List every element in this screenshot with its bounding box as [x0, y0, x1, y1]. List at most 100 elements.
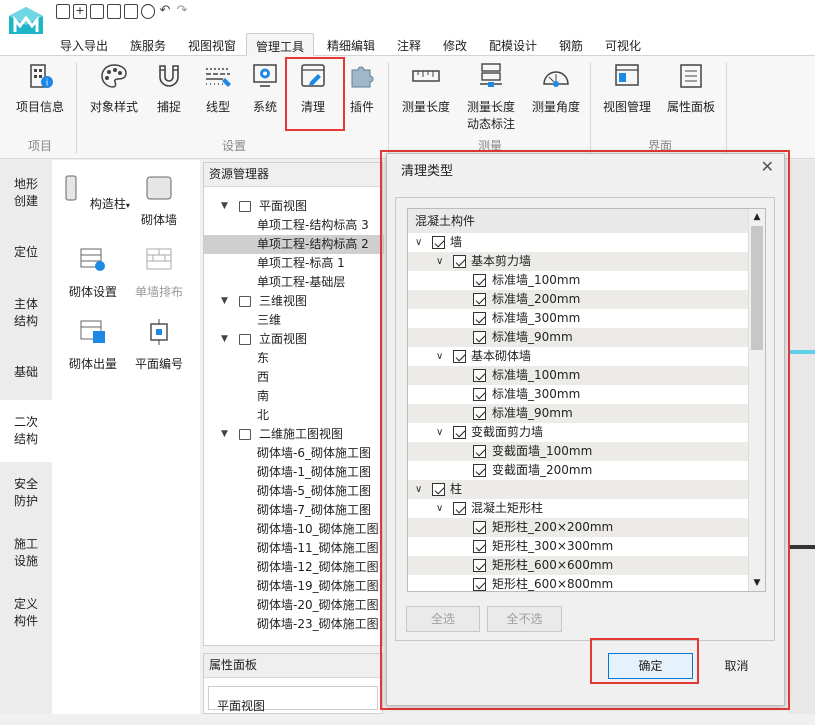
checkbox[interactable] — [453, 255, 466, 268]
linetype-button[interactable]: 线型 — [200, 62, 236, 116]
checkbox[interactable] — [473, 407, 486, 420]
single-wall-layout-tool[interactable]: 单墙排布 — [122, 246, 196, 300]
list-item-rect-column[interactable]: ∨ 混凝土矩形柱 — [408, 499, 750, 518]
checkbox[interactable] — [473, 388, 486, 401]
rail-main-structure[interactable]: 主体 结构 — [0, 296, 52, 330]
checkbox[interactable] — [453, 502, 466, 515]
list-item[interactable]: 矩形柱_600×600mm — [408, 556, 750, 575]
tree-item[interactable]: 砌体墙-12_砌体施工图 — [204, 558, 384, 577]
menu-fine-edit[interactable]: 精细编辑 — [327, 37, 375, 54]
plugin-button[interactable]: 插件 — [346, 62, 378, 116]
tree-item[interactable]: 砌体墙-5_砌体施工图 — [204, 482, 384, 501]
checkbox[interactable] — [432, 236, 445, 249]
tree-item[interactable]: 北 — [204, 406, 384, 425]
property-panel-button[interactable]: 属性面板 — [664, 62, 718, 116]
view-manage-button[interactable]: 视图管理 — [600, 62, 654, 116]
checkbox[interactable] — [473, 312, 486, 325]
system-button[interactable]: 系统 — [248, 62, 282, 116]
list-item[interactable]: 标准墙_300mm — [408, 385, 750, 404]
deselect-all-button[interactable]: 全不选 — [487, 606, 562, 632]
rail-define-component[interactable]: 定义 构件 — [0, 596, 52, 630]
tree-node-floor-plan[interactable]: ▼ 平面视图 — [204, 197, 384, 216]
add-icon[interactable]: + — [73, 4, 87, 19]
list-item[interactable]: 标准墙_200mm — [408, 290, 750, 309]
structural-column-tool[interactable]: 构造柱▾ — [56, 174, 130, 212]
close-icon[interactable] — [141, 4, 155, 19]
menu-annotation[interactable]: 注释 — [397, 37, 421, 54]
rail-safety[interactable]: 安全 防护 — [0, 476, 52, 510]
menu-import-export[interactable]: 导入导出 — [60, 37, 108, 54]
tree-item[interactable]: 砌体墙-10_砌体施工图 — [204, 520, 384, 539]
new-file-icon[interactable] — [56, 4, 70, 19]
masonry-output-tool[interactable]: 砌体出量 — [56, 318, 130, 372]
menu-view-window[interactable]: 视图视窗 — [188, 37, 236, 54]
checkbox[interactable] — [473, 274, 486, 287]
list-item[interactable]: 矩形柱_300×300mm — [408, 537, 750, 556]
object-style-button[interactable]: 对象样式 — [88, 62, 140, 116]
tree-item[interactable]: 砌体墙-23_砌体施工图 — [204, 615, 384, 634]
tree-item[interactable]: 砌体墙-7_砌体施工图 — [204, 501, 384, 520]
tree-item[interactable]: 单项工程-基础层 — [204, 273, 384, 292]
undo-icon[interactable]: ↶ — [158, 4, 172, 19]
blank-page-icon[interactable] — [124, 4, 138, 19]
plan-numbering-tool[interactable]: 平面编号 — [122, 318, 196, 372]
redo-icon[interactable]: ↷ — [175, 4, 189, 19]
tree-item[interactable]: 西 — [204, 368, 384, 387]
measure-length-button[interactable]: 测量长度 — [398, 62, 454, 116]
menu-visualization[interactable]: 可视化 — [605, 37, 641, 54]
scroll-thumb[interactable] — [751, 226, 763, 350]
menu-manage-tools[interactable]: 管理工具 — [246, 33, 315, 56]
tree-item[interactable]: 东 — [204, 349, 384, 368]
save-as-icon[interactable] — [107, 4, 121, 19]
list-item-column[interactable]: ∨ 柱 — [408, 480, 750, 499]
tree-item[interactable]: 砌体墙-11_砌体施工图 — [204, 539, 384, 558]
tree-item[interactable]: 南 — [204, 387, 384, 406]
select-all-button[interactable]: 全选 — [406, 606, 480, 632]
list-item[interactable]: 标准墙_100mm — [408, 366, 750, 385]
cleanup-type-list[interactable]: 混凝土构件 ∨ 墙 ∨ 基本剪力墙 标准墙_100mm 标准墙_200mm 标准墙_… — [407, 208, 766, 592]
list-item[interactable]: 矩形柱_600×800mm — [408, 575, 750, 591]
list-item-wall[interactable]: ∨ 墙 — [408, 233, 750, 252]
checkbox[interactable] — [473, 331, 486, 344]
masonry-setting-tool[interactable]: 砌体设置 — [56, 246, 130, 300]
rail-positioning[interactable]: 定位 — [0, 244, 52, 261]
menu-family-service[interactable]: 族服务 — [130, 37, 166, 54]
menu-modify[interactable]: 修改 — [443, 37, 467, 54]
checkbox[interactable] — [473, 578, 486, 591]
list-item[interactable]: 标准墙_90mm — [408, 404, 750, 423]
save-icon[interactable] — [90, 4, 104, 19]
checkbox[interactable] — [473, 369, 486, 382]
checkbox[interactable] — [473, 559, 486, 572]
tree-node-2d-drawing[interactable]: ▼ 二维施工图视图 — [204, 425, 384, 444]
checkbox[interactable] — [453, 426, 466, 439]
close-icon[interactable]: ✕ — [761, 157, 774, 176]
checkbox[interactable] — [473, 464, 486, 477]
cancel-button[interactable]: 取消 — [694, 653, 779, 679]
tree-node-elevation[interactable]: ▼ 立面视图 — [204, 330, 384, 349]
list-item[interactable]: 矩形柱_200×200mm — [408, 518, 750, 537]
project-info-button[interactable]: i 项目信息 — [14, 62, 66, 116]
tree-item[interactable]: 砌体墙-19_砌体施工图 — [204, 577, 384, 596]
masonry-wall-tool[interactable]: 砌体墙 — [122, 174, 196, 228]
rail-construction-facility[interactable]: 施工 设施 — [0, 536, 52, 570]
checkbox[interactable] — [473, 521, 486, 534]
list-item[interactable]: 变截面墙_200mm — [408, 461, 750, 480]
list-item-basic-shear-wall[interactable]: ∨ 基本剪力墙 — [408, 252, 750, 271]
scroll-down-icon[interactable]: ▼ — [749, 575, 765, 591]
list-item-variable-shear-wall[interactable]: ∨ 变截面剪力墙 — [408, 423, 750, 442]
list-item-basic-masonry-wall[interactable]: ∨ 基本砌体墙 — [408, 347, 750, 366]
list-scrollbar[interactable]: ▲ ▼ — [748, 209, 765, 591]
measure-angle-button[interactable]: 测量角度 — [528, 62, 584, 116]
checkbox[interactable] — [473, 293, 486, 306]
list-item[interactable]: 标准墙_300mm — [408, 309, 750, 328]
snap-button[interactable]: 捕捉 — [152, 62, 186, 116]
rail-foundation[interactable]: 基础 — [0, 364, 52, 381]
measure-length-dynamic-button[interactable]: 测量长度 动态标注 — [462, 62, 520, 133]
list-item[interactable]: 变截面墙_100mm — [408, 442, 750, 461]
checkbox[interactable] — [473, 445, 486, 458]
rail-secondary-structure[interactable]: 二次 结构 — [0, 400, 52, 462]
tree-item-selected[interactable]: 单项工程-结构标高 2 — [204, 235, 384, 254]
tree-item[interactable]: 砌体墙-20_砌体施工图 — [204, 596, 384, 615]
checkbox[interactable] — [453, 350, 466, 363]
menu-rebar[interactable]: 钢筋 — [559, 37, 583, 54]
